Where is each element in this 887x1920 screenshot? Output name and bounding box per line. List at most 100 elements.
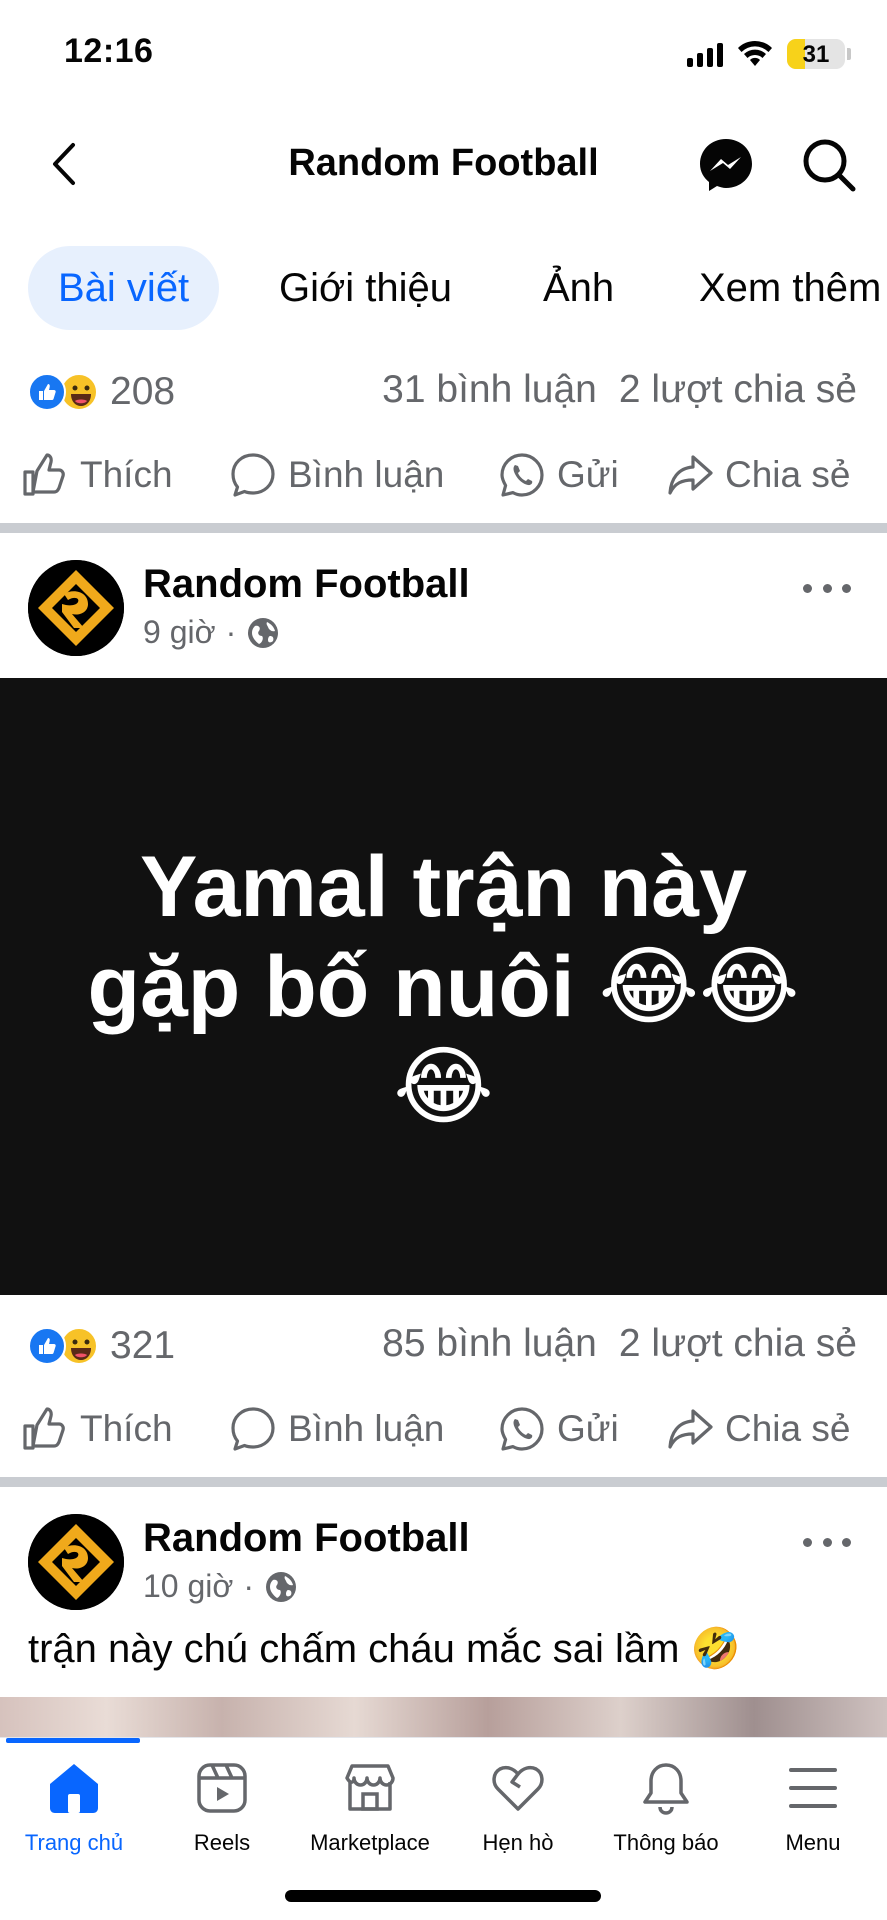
more-options-button[interactable] [803, 576, 851, 600]
post-stats: 321 85 bình luận 2 lượt chia sẻ [0, 1314, 887, 1374]
like-reaction-icon [28, 1327, 66, 1365]
post-divider [0, 523, 887, 533]
nav-dating[interactable]: Hẹn hò [444, 1760, 592, 1880]
active-tab-indicator [6, 1738, 140, 1743]
battery-level: 31 [802, 41, 830, 68]
home-indicator [285, 1890, 601, 1902]
avatar[interactable] [28, 1514, 124, 1610]
battery-cap [847, 48, 851, 60]
tab-posts[interactable]: Bài viết [28, 246, 220, 330]
globe-icon [248, 617, 279, 648]
comment-label: Bình luận [288, 454, 445, 495]
more-dot-icon [822, 583, 832, 593]
share-count[interactable]: 2 lượt chia sẻ [619, 368, 857, 411]
post-stats: 208 31 bình luận 2 lượt chia sẻ [0, 360, 887, 420]
share-label: Chia sẻ [725, 454, 851, 495]
comment-icon [231, 453, 275, 497]
share-icon [668, 455, 713, 495]
reaction-summary[interactable]: 321 [28, 1324, 175, 1368]
post-caption: trận này chú chấm cháu mắc sai lầm 🤣 [28, 1627, 741, 1671]
whatsapp-icon [500, 453, 544, 497]
comment-count[interactable]: 85 bình luận [382, 1322, 597, 1365]
comment-icon [231, 1407, 275, 1451]
nav-label: Menu [785, 1830, 841, 1855]
share-button[interactable]: Chia sẻ [665, 438, 850, 512]
search-icon [803, 139, 856, 192]
status-icons: 31 [687, 36, 851, 72]
post-time[interactable]: 10 giờ [143, 1568, 233, 1605]
post-meta: 9 giờ · [143, 614, 280, 651]
post-author[interactable]: Random Football [143, 1516, 470, 1561]
share-count[interactable]: 2 lượt chia sẻ [619, 1322, 857, 1365]
page-header: Random Football [0, 110, 887, 220]
thumbs-up-icon [23, 453, 65, 496]
whatsapp-icon [500, 1407, 544, 1451]
nav-label: Thông báo [613, 1830, 719, 1855]
meta-separator: · [225, 614, 237, 650]
comment-label: Bình luận [288, 1408, 445, 1449]
tab-photos[interactable]: Ảnh [543, 246, 614, 330]
avatar[interactable] [28, 560, 124, 656]
marketplace-icon [345, 1764, 395, 1811]
more-dot-icon [842, 1537, 851, 1547]
meta-separator: · [243, 1568, 255, 1604]
tab-see-more[interactable]: Xem thêm [699, 246, 881, 330]
post-time[interactable]: 9 giờ [143, 614, 216, 651]
messenger-button[interactable] [696, 135, 756, 195]
post-header: Random Football 10 giờ · [0, 1514, 887, 1624]
comment-count[interactable]: 31 bình luận [382, 368, 597, 411]
post-image[interactable]: Yamal trận này gặp bố nuôi 😂😂😂 [0, 678, 887, 1295]
send-label: Gửi [557, 1408, 619, 1449]
bell-icon [643, 1763, 689, 1815]
status-time: 12:16 [64, 32, 154, 70]
more-options-button[interactable] [803, 1530, 851, 1554]
wifi-icon [738, 40, 772, 66]
search-button[interactable] [800, 136, 858, 194]
reaction-count: 321 [110, 1324, 176, 1367]
send-button[interactable]: Gửi [497, 1392, 619, 1466]
menu-icon [789, 1768, 837, 1808]
home-icon [50, 1764, 98, 1813]
engagement-counts: 31 bình luận 2 lượt chia sẻ [382, 368, 857, 412]
post-meta: 10 giờ · [143, 1568, 298, 1605]
reaction-count: 208 [110, 370, 176, 413]
post-author[interactable]: Random Football [143, 562, 470, 607]
post-header: Random Football 9 giờ · [0, 560, 887, 670]
like-label: Thích [80, 454, 173, 495]
thumbs-up-icon [23, 1407, 65, 1450]
post-actions: Thích Bình luận Gửi Chia sẻ [0, 438, 887, 512]
image-text: Yamal trận này gặp bố nuôi 😂😂😂 [87, 838, 800, 1135]
globe-icon [266, 1571, 297, 1602]
share-button[interactable]: Chia sẻ [665, 1392, 850, 1466]
reaction-summary[interactable]: 208 [28, 370, 175, 414]
comment-button[interactable]: Bình luận [228, 438, 444, 512]
send-button[interactable]: Gửi [497, 438, 619, 512]
more-dot-icon [842, 583, 851, 593]
send-label: Gửi [557, 454, 619, 495]
comment-button[interactable]: Bình luận [228, 1392, 444, 1466]
nav-home[interactable]: Trang chủ [0, 1760, 148, 1880]
post-photo[interactable] [0, 1697, 887, 1737]
nav-notifications[interactable]: Thông báo [592, 1760, 740, 1880]
nav-marketplace[interactable]: Marketplace [296, 1760, 444, 1880]
like-button[interactable]: Thích [20, 438, 173, 512]
tab-about[interactable]: Giới thiệu [279, 246, 452, 330]
post-actions: Thích Bình luận Gửi Chia sẻ [0, 1392, 887, 1466]
nav-label: Reels [193, 1830, 251, 1855]
engagement-counts: 85 bình luận 2 lượt chia sẻ [382, 1322, 857, 1366]
like-label: Thích [80, 1408, 173, 1449]
more-dot-icon [803, 1537, 812, 1547]
nav-reels[interactable]: Reels [148, 1760, 296, 1880]
reels-icon [197, 1763, 247, 1813]
like-button[interactable]: Thích [20, 1392, 173, 1466]
nav-label: Marketplace [310, 1830, 430, 1855]
nav-label: Hẹn hò [482, 1830, 554, 1855]
nav-menu[interactable]: Menu [739, 1760, 887, 1880]
status-bar: 12:16 31 [0, 0, 887, 110]
page-tabs: Bài viết Giới thiệu Ảnh Xem thêm [0, 246, 887, 330]
messenger-icon [700, 139, 752, 191]
battery-icon: 31 [787, 39, 845, 69]
post-divider [0, 1477, 887, 1487]
share-icon [668, 1409, 713, 1449]
nav-label: Trang chủ [24, 1830, 124, 1855]
